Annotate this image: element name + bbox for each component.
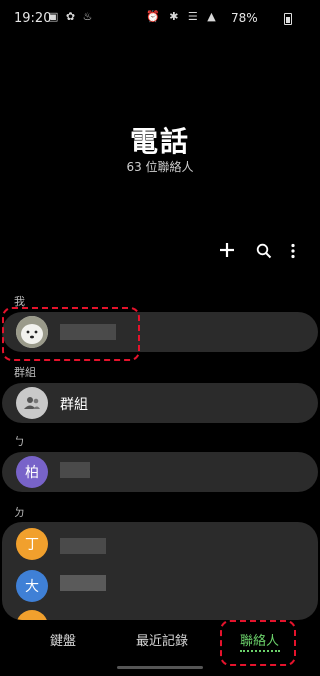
group-icon	[24, 397, 40, 409]
groups-row[interactable]: 群組	[2, 383, 318, 423]
redacted-name	[60, 538, 106, 554]
plus-icon[interactable]	[217, 240, 237, 260]
system-status-icons: ⏰ ✱ ☰ ▲	[146, 10, 219, 23]
tab-recents[interactable]: 最近記錄	[136, 630, 188, 649]
contact-count: 63 位聯絡人	[126, 160, 194, 174]
contact-row[interactable]: 大	[2, 566, 318, 610]
avatar: 丁	[16, 528, 48, 560]
section-header-de: ㄉ	[14, 506, 25, 519]
status-time: 19:20	[14, 11, 52, 26]
status-bar: 19:20 ▣ ✿ ♨ ⏰ ✱ ☰ ▲ 78%	[0, 0, 320, 38]
battery-percentage: 78%	[231, 11, 258, 25]
contact-row[interactable]: 丁	[2, 522, 318, 566]
avatar	[16, 387, 48, 419]
section-header-groups: 群組	[14, 366, 36, 379]
avatar: 柏	[16, 456, 48, 488]
contact-list-card: 丁 大	[2, 522, 318, 620]
notification-icons: ▣ ✿ ♨	[48, 10, 95, 23]
groups-label: 群組	[60, 397, 88, 413]
annotation-highlight	[2, 307, 140, 361]
more-vertical-icon[interactable]	[289, 243, 297, 259]
avatar	[16, 610, 48, 620]
annotation-highlight	[220, 620, 296, 666]
battery-icon	[284, 13, 292, 25]
redacted-name	[60, 575, 106, 591]
page-title: 電話	[129, 125, 190, 158]
avatar: 大	[16, 570, 48, 602]
tab-keypad[interactable]: 鍵盤	[50, 630, 76, 649]
home-indicator	[117, 666, 203, 669]
section-header-bo: ㄅ	[14, 435, 25, 448]
redacted-name	[60, 462, 90, 478]
contact-row[interactable]: 柏	[2, 452, 318, 492]
search-icon[interactable]	[256, 243, 272, 259]
